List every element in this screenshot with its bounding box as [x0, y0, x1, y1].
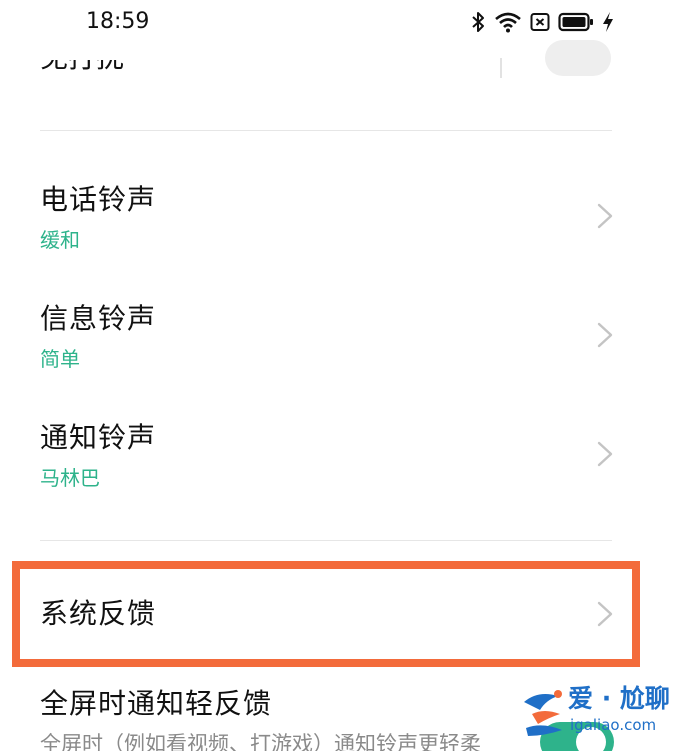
status-icons [470, 9, 614, 35]
message-ringtone-row[interactable]: 信息铃声 简单 [0, 289, 681, 389]
row-separator-bar [500, 58, 502, 78]
phone-ringtone-value: 缓和 [40, 228, 80, 252]
watermark-logo-icon [524, 690, 562, 736]
do-not-disturb-label: 免打扰 [40, 41, 125, 74]
notification-ringtone-title: 通知铃声 [40, 421, 157, 454]
wifi-icon [495, 12, 521, 33]
notification-ringtone-row[interactable]: 通知铃声 马林巴 [0, 408, 681, 508]
phone-ringtone-row[interactable]: 电话铃声 缓和 [0, 170, 681, 270]
settings-screen: 18:59 免打扰 电话铃声 缓和 信息铃声 简单 通知铃声 马林巴 系统反馈 … [0, 0, 681, 751]
no-sim-icon [530, 13, 550, 31]
watermark-url: igaliao.com [570, 716, 657, 734]
message-ringtone-value: 简单 [40, 347, 80, 371]
do-not-disturb-toggle[interactable] [545, 40, 611, 76]
fullscreen-feedback-description: 全屏时（例如看视频、打游戏）通知铃声更轻柔 [40, 732, 481, 751]
chevron-right-icon [597, 322, 613, 348]
divider [40, 130, 612, 131]
message-ringtone-title: 信息铃声 [40, 302, 157, 335]
status-time: 18:59 [86, 9, 150, 34]
battery-icon [558, 12, 593, 32]
watermark-name: 爱 · 尬聊 [568, 684, 670, 713]
chevron-right-icon [597, 441, 613, 467]
divider [40, 540, 612, 541]
bluetooth-icon [472, 12, 484, 32]
highlight-box [12, 561, 640, 667]
charging-icon [603, 12, 613, 32]
chevron-right-icon [597, 203, 613, 229]
phone-ringtone-title: 电话铃声 [40, 183, 157, 216]
watermark: 爱 · 尬聊 igaliao.com [518, 684, 678, 744]
fullscreen-feedback-title: 全屏时通知轻反馈 [40, 687, 273, 720]
notification-ringtone-value: 马林巴 [40, 466, 100, 490]
